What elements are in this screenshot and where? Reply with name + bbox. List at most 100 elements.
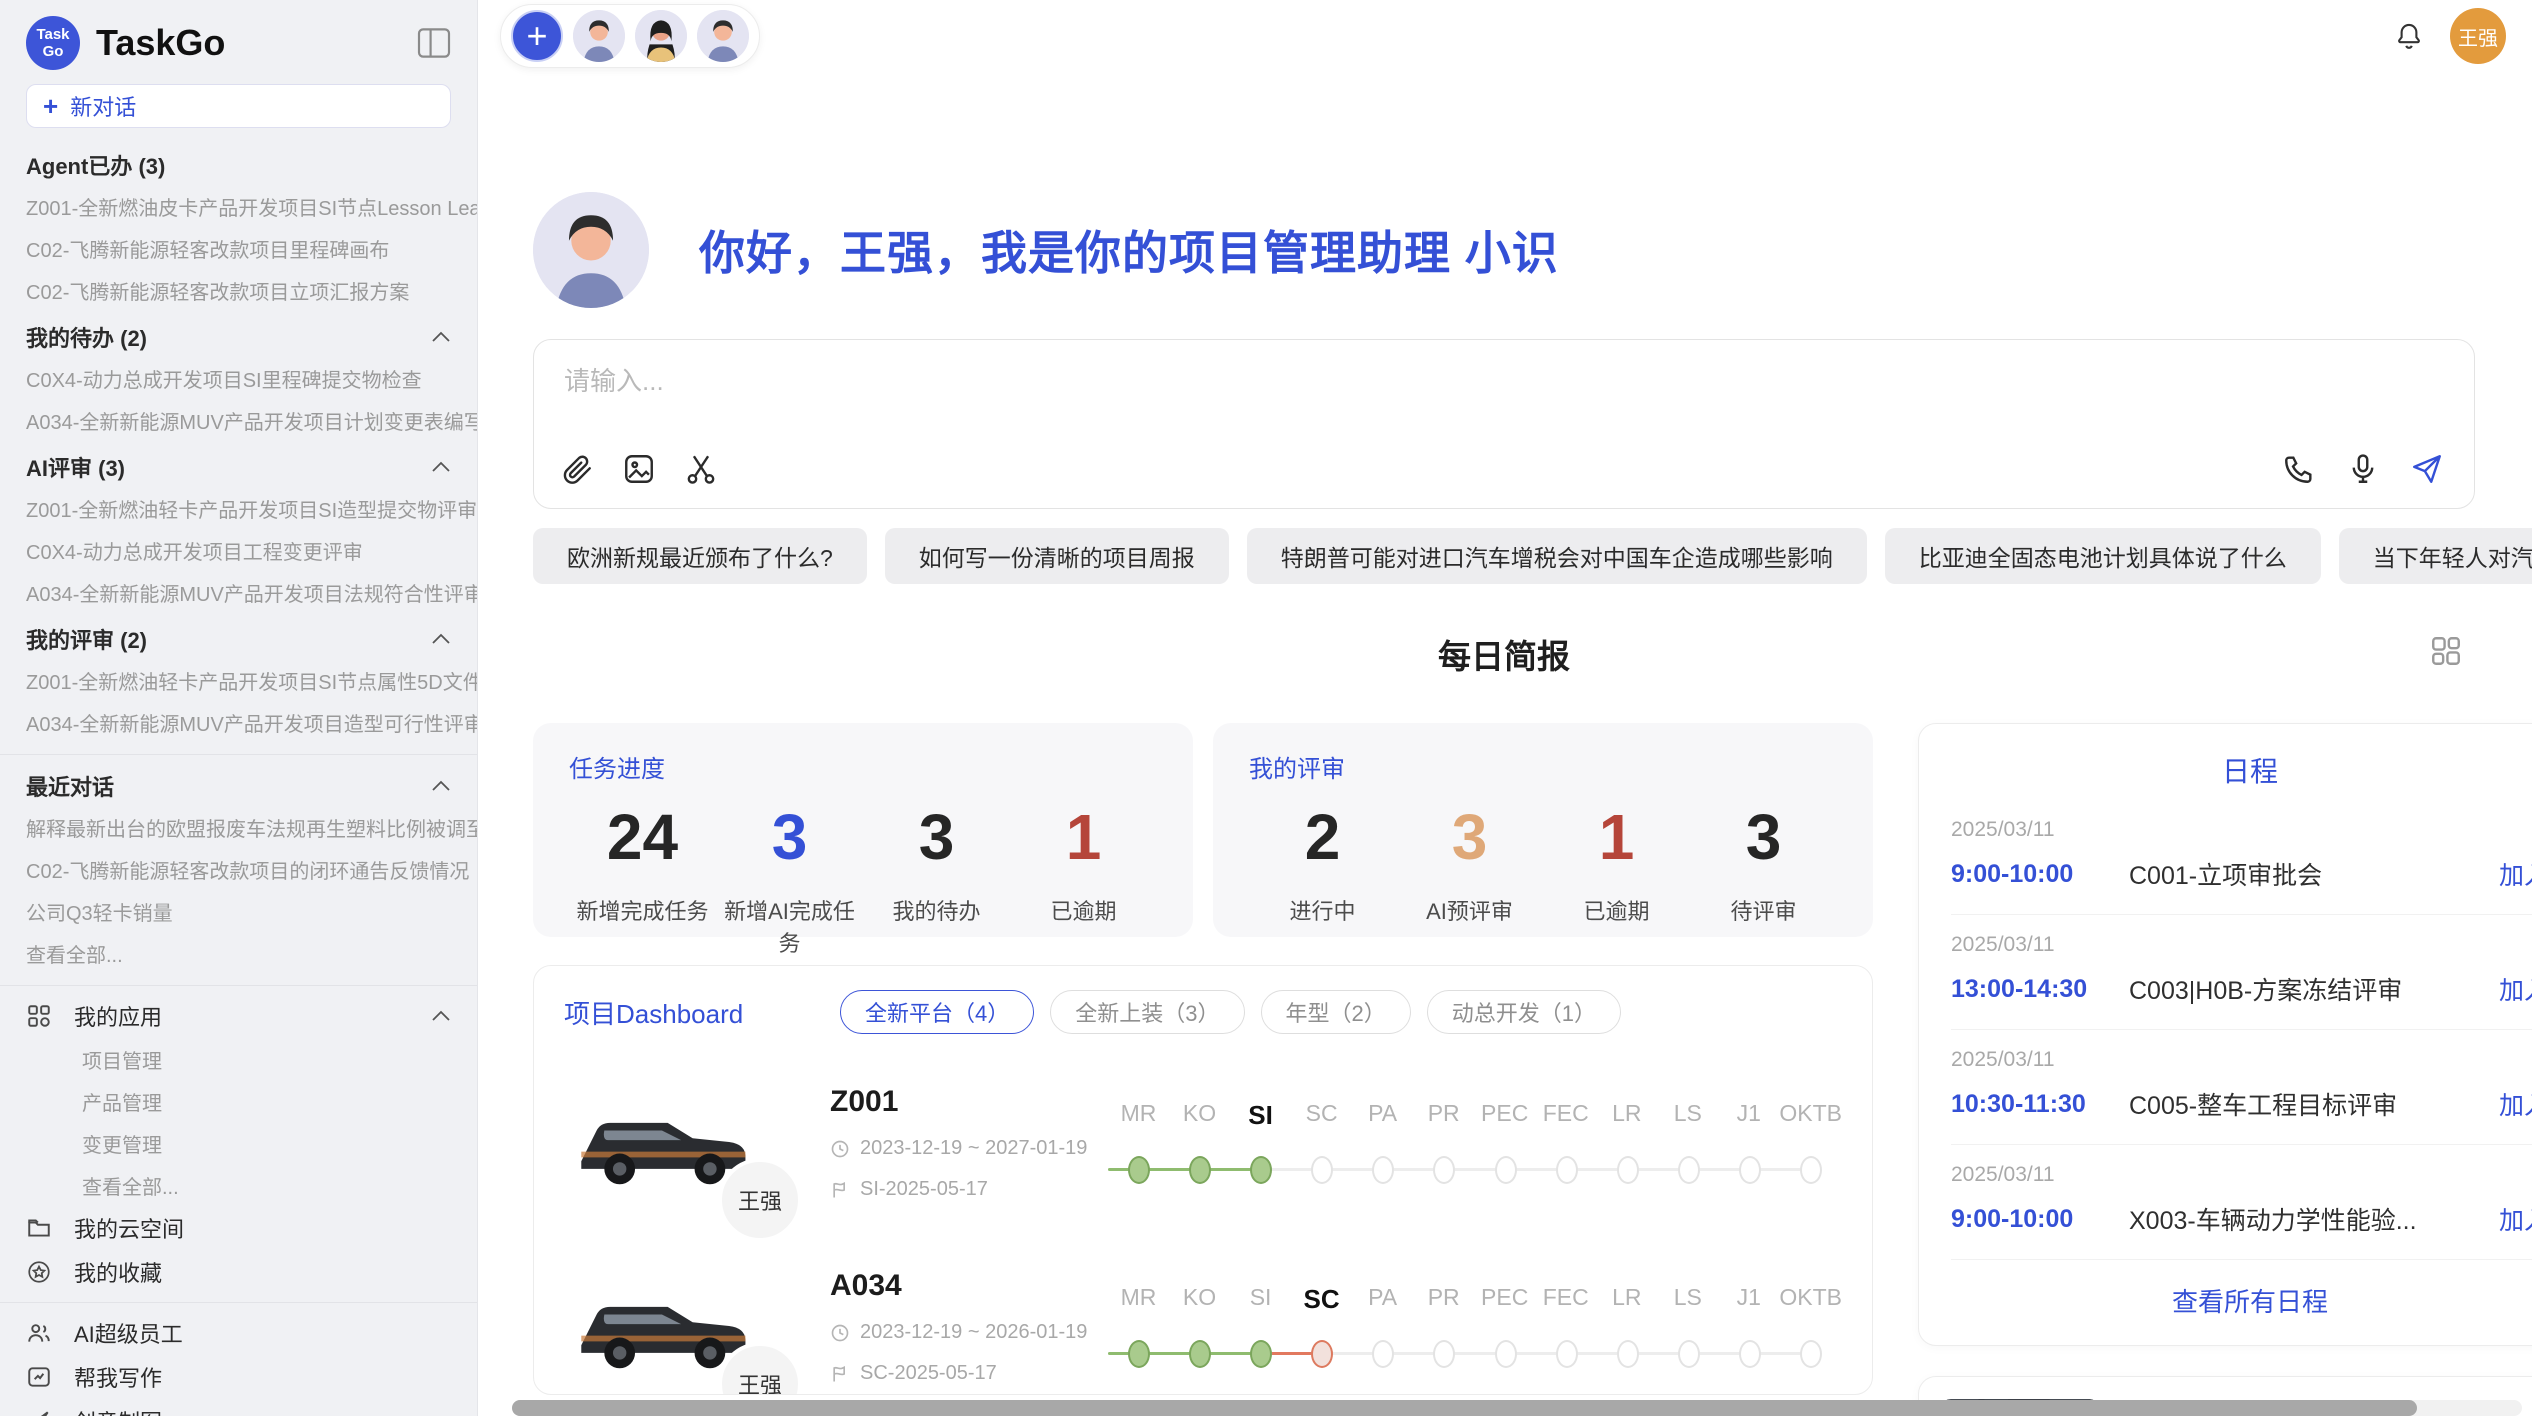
view-all-chats-link[interactable]: 查看全部... [0,935,477,977]
project-dashboard-card: 项目Dashboard 全新平台（4） 全新上装（3） 年型（2） 动总开发（1… [533,965,1873,1395]
milestone-dot [1495,1340,1517,1368]
sidebar-item-my-favorites[interactable]: 我的收藏 [0,1250,477,1294]
recent-chat-item[interactable]: 解释最新出台的欧盟报废车法规再生塑料比例被调至15%... [0,809,477,851]
join-meeting-link[interactable]: 加入 [2499,1201,2532,1237]
horizontal-scrollbar-thumb[interactable] [512,1400,2417,1416]
tab-powertrain[interactable]: 动总开发（1） [1427,990,1621,1034]
pen-icon [26,1408,52,1416]
milestone-label: PA [1352,1100,1413,1131]
milestone-dot [1433,1156,1455,1184]
milestone-timeline: MR KO SI SC PA PR PEC FEC LR LS J1 [1108,1284,1842,1371]
list-item[interactable]: C0X4-动力总成开发项目工程变更评审 [0,532,477,574]
my-review-card: 我的评审 2 进行中 3 AI预评审 1 [1213,723,1873,937]
stat-label: 新增完成任务 [569,894,716,926]
list-item[interactable]: Z001-全新燃油轻卡产品开发项目SI节点属性5D文件评审 [0,662,477,704]
briefing-left-column: 任务进度 24 新增完成任务 3 新增AI完成任务 3 [533,723,1873,1416]
assistant-avatar[interactable] [573,10,625,62]
join-meeting-link[interactable]: 加入 [2499,1086,2532,1122]
app-root: Task Go TaskGo + 新对话 Agent已办 (3) Z001-全新… [0,0,2532,1416]
divider [0,754,477,755]
new-chat-button[interactable]: + 新对话 [26,84,451,128]
card-title[interactable]: 我的评审 [1249,749,1837,784]
project-row[interactable]: 王强 Z001 2023-12-19 ~ 2027-01-19 SI-2025-… [564,1068,1842,1218]
microphone-icon[interactable] [2346,452,2380,486]
sidebar-item-help-me-write[interactable]: 帮我写作 [0,1355,477,1399]
list-item[interactable]: C02-飞腾新能源轻客改款项目立项汇报方案 [0,272,477,314]
tab-new-platform[interactable]: 全新平台（4） [840,990,1034,1034]
list-item[interactable]: C0X4-动力总成开发项目SI里程碑提交物检查 [0,360,477,402]
section-header-agent-done[interactable]: Agent已办 (3) [0,142,477,188]
list-item[interactable]: A034-全新新能源MUV产品开发项目造型可行性评审 [0,704,477,746]
section-header-ai-review[interactable]: AI评审 (3) [0,444,477,490]
assistant-avatar[interactable] [635,10,687,62]
notification-bell-icon[interactable] [2394,20,2424,52]
section-header-recent-chats[interactable]: 最近对话 [0,763,477,809]
schedule-card: 日程 2025/03/11 9:00-10:00 C001-立项审批会 加入 2… [1918,723,2532,1346]
assistant-avatar[interactable] [697,10,749,62]
suggestion-chip[interactable]: 如何写一份清晰的项目周报 [885,528,1229,584]
section-header-my-todo[interactable]: 我的待办 (2) [0,314,477,360]
stat-label: AI预评审 [1396,894,1543,926]
scissors-icon[interactable] [684,452,718,486]
milestone-label-current: SI [1230,1100,1291,1131]
join-meeting-link[interactable]: 加入 [2499,971,2532,1007]
milestone-dot-done [1189,1340,1211,1368]
milestone-track [1108,1153,1842,1187]
app-grid-icon [26,1003,52,1029]
tab-year-model[interactable]: 年型（2） [1261,990,1411,1034]
tab-new-body[interactable]: 全新上装（3） [1050,990,1244,1034]
view-all-schedule-link[interactable]: 查看所有日程 [1951,1260,2532,1327]
sidebar-item-my-apps[interactable]: 我的应用 [0,994,477,1038]
schedule-event-title: C003|H0B-方案冻结评审 [2129,971,2485,1007]
list-item[interactable]: Z001-全新燃油皮卡产品开发项目SI节点Lesson Learn报告 [0,188,477,230]
sidebar-item-ai-super-staff[interactable]: AI超级员工 [0,1311,477,1355]
project-row[interactable]: 王强 A034 2023-12-19 ~ 2026-01-19 SC-2025-… [564,1252,1842,1395]
sidebar-item-change-mgmt[interactable]: 变更管理 [0,1122,477,1164]
collapse-sidebar-icon[interactable] [417,28,451,58]
sidebar-item-product-mgmt[interactable]: 产品管理 [0,1080,477,1122]
stat-cell: 1 已逾期 [1010,800,1157,958]
chat-input[interactable] [564,366,2444,397]
quick-avatars-bar: + [500,4,760,68]
suggestion-chip[interactable]: 当下年轻人对汽车外观有怎样的喜好趋势 [2339,528,2532,584]
list-item[interactable]: C02-飞腾新能源轻客改款项目里程碑画布 [0,230,477,272]
stat-label: 我的待办 [863,894,1010,926]
image-icon[interactable] [622,452,656,486]
suggestion-chip[interactable]: 比亚迪全固态电池计划具体说了什么 [1885,528,2321,584]
project-dates: 2023-12-19 ~ 2026-01-19 [830,1321,1098,1344]
suggestion-chip[interactable]: 特朗普可能对进口汽车增税会对中国车企造成哪些影响 [1247,528,1867,584]
milestone-dot [1556,1156,1578,1184]
card-title[interactable]: 任务进度 [569,749,1157,784]
milestone-dot-done [1189,1156,1211,1184]
join-meeting-link[interactable]: 加入 [2499,856,2532,892]
recent-chat-item[interactable]: C02-飞腾新能源轻客改款项目的闭环通告反馈情况 [0,851,477,893]
milestone-label: KO [1169,1100,1230,1131]
dashboard-title[interactable]: 项目Dashboard [564,994,840,1031]
suggestion-chip[interactable]: 欧洲新规最近颁布了什么? [533,528,867,584]
list-item[interactable]: A034-全新新能源MUV产品开发项目法规符合性评审 [0,574,477,616]
sidebar-item-creative-drawing[interactable]: 创意制图 [0,1399,477,1416]
recent-chat-item[interactable]: 公司Q3轻卡销量 [0,893,477,935]
milestone-label: MR [1108,1284,1169,1315]
project-info: A034 2023-12-19 ~ 2026-01-19 SC-2025-05-… [830,1269,1098,1385]
stat-value: 1 [1010,800,1157,874]
add-assistant-button[interactable]: + [511,10,563,62]
sidebar-item-my-cloud[interactable]: 我的云空间 [0,1206,477,1250]
milestone-label: LS [1657,1100,1718,1131]
divider [0,985,477,986]
user-avatar[interactable]: 王强 [2450,8,2506,64]
project-flag-milestone: SC-2025-05-17 [830,1362,1098,1385]
list-item[interactable]: A034-全新新能源MUV产品开发项目计划变更表编写 [0,402,477,444]
milestone-label: J1 [1718,1100,1779,1131]
sidebar-item-project-mgmt[interactable]: 项目管理 [0,1038,477,1080]
project-dates: 2023-12-19 ~ 2027-01-19 [830,1137,1098,1160]
milestone-label: OKTB [1779,1100,1842,1131]
attachment-icon[interactable] [560,452,594,486]
view-all-apps-link[interactable]: 查看全部... [0,1164,477,1206]
send-icon[interactable] [2410,452,2444,486]
layout-grid-icon[interactable] [2429,634,2463,668]
composer-tools [560,452,718,486]
section-header-my-review[interactable]: 我的评审 (2) [0,616,477,662]
list-item[interactable]: Z001-全新燃油轻卡产品开发项目SI造型提交物评审 [0,490,477,532]
phone-call-icon[interactable] [2282,452,2316,486]
